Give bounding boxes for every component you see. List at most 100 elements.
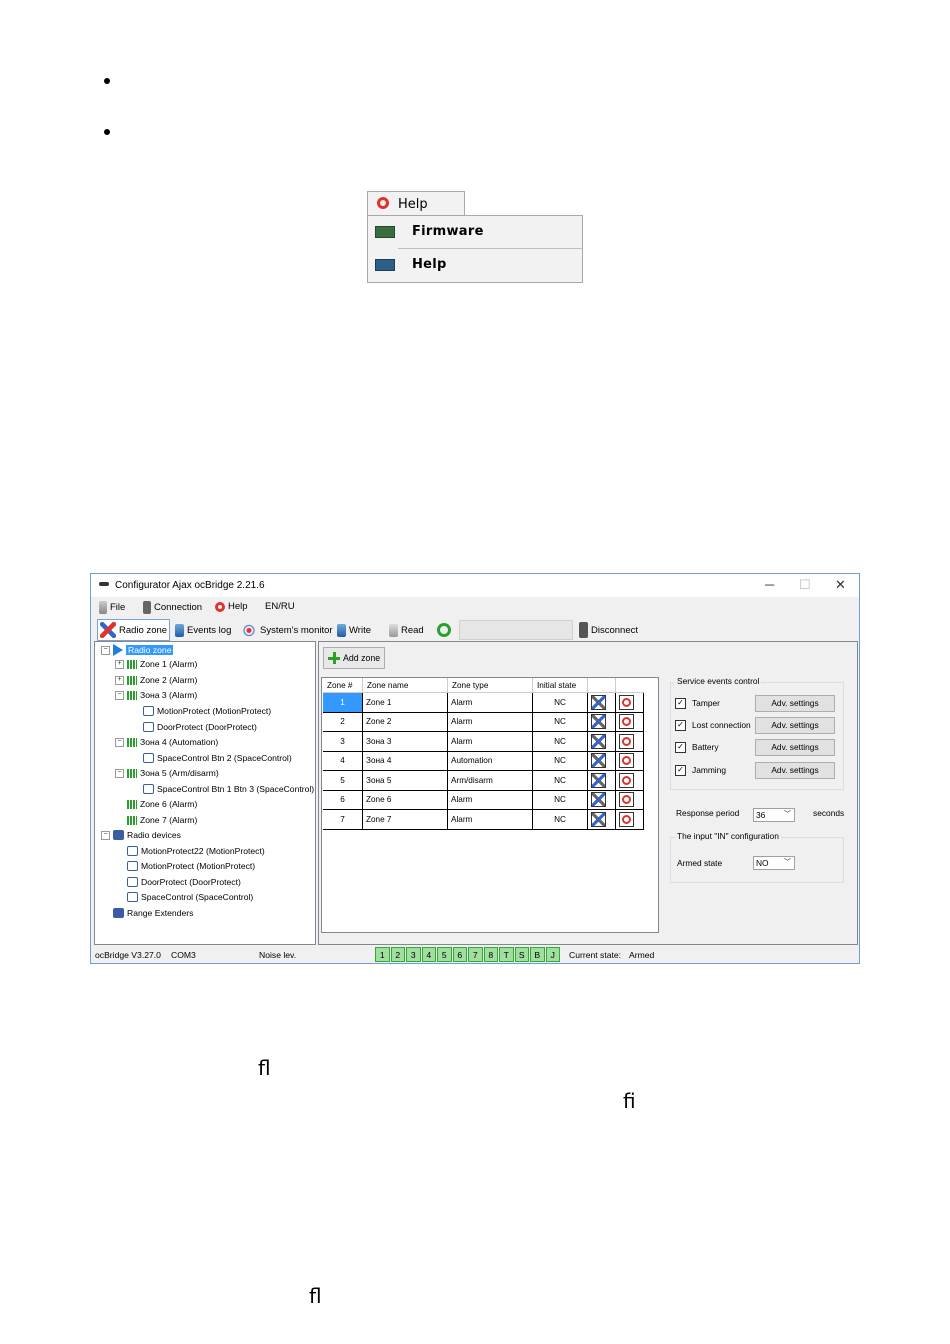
table-cell: NC <box>532 809 588 830</box>
table-cell: 2 <box>323 712 363 732</box>
tree-zone[interactable]: + Zone 1 (Alarm) <box>115 659 197 669</box>
menu-item-help[interactable]: Help <box>368 251 582 279</box>
zone-status-cell: J <box>545 947 560 962</box>
tree-label: DoorProtect (DoorProtect) <box>157 722 257 732</box>
table-row[interactable]: 6 Zone 6 Alarm NC <box>323 790 644 810</box>
title-bar: Configurator Ajax ocBridge 2.21.6 ─ ☐ ✕ <box>91 574 859 597</box>
table-row[interactable]: 1 Zone 1 Alarm NC <box>323 692 644 713</box>
tree-device[interactable]: MotionProtect (MotionProtect) <box>127 861 255 871</box>
disconnect-button[interactable]: Disconnect <box>579 621 638 639</box>
tree-radio-devices[interactable]: − Radio devices <box>101 830 181 840</box>
tree-device[interactable]: DoorProtect (DoorProtect) <box>127 877 241 887</box>
table-row[interactable]: 4 Зона 4 Automation NC <box>323 751 644 771</box>
minimize-button[interactable]: ─ <box>765 577 774 592</box>
tree-device[interactable]: DoorProtect (DoorProtect) <box>143 722 257 732</box>
tree-zone[interactable]: − Зона 5 (Arm/disarm) <box>115 768 219 778</box>
wrench-icon[interactable] <box>591 772 606 788</box>
menu-label: Help <box>228 601 248 612</box>
tree-label: SpaceControl Btn 1 Btn 3 (SpaceControl) <box>157 784 315 794</box>
delete-icon[interactable] <box>619 811 634 827</box>
delete-zone-cell <box>615 731 644 752</box>
delete-zone-cell <box>615 692 644 713</box>
systems-monitor-button[interactable]: System's monitor <box>241 621 333 639</box>
menu-item-firmware[interactable]: Firmware <box>368 218 582 246</box>
checkbox[interactable]: ✓ <box>675 741 686 753</box>
ligature-glyph: ﬂ <box>309 1284 322 1308</box>
wrench-icon[interactable] <box>591 694 606 710</box>
tree-device[interactable]: MotionProtect (MotionProtect) <box>143 706 271 716</box>
delete-icon[interactable] <box>619 753 634 769</box>
column-header[interactable]: Zone name <box>362 678 448 693</box>
events-log-button[interactable]: Events log <box>175 621 231 639</box>
sensor-icon <box>143 706 154 716</box>
help-dropdown: Firmware Help <box>367 215 583 283</box>
file-icon <box>99 601 107 614</box>
menu-help[interactable]: Help <box>215 601 248 612</box>
table-cell: Зона 3 <box>362 731 448 752</box>
tree-zone[interactable]: Zone 7 (Alarm) <box>127 815 197 825</box>
wrench-icon[interactable] <box>591 733 606 749</box>
armed-state-select[interactable]: NO ﹀ <box>753 856 795 870</box>
column-header[interactable]: Zone # <box>323 678 363 693</box>
button-label: Read <box>401 624 424 636</box>
sensor-icon <box>127 846 138 856</box>
delete-icon[interactable] <box>619 733 634 749</box>
wrench-icon[interactable] <box>591 792 606 808</box>
tree-device[interactable]: SpaceControl (SpaceControl) <box>127 892 253 902</box>
wrench-icon[interactable] <box>591 811 606 827</box>
adv-settings-button[interactable]: Adv. settings <box>755 716 835 734</box>
delete-icon[interactable] <box>619 694 634 710</box>
tree-range-extenders[interactable]: Range Extenders <box>113 908 193 918</box>
tree-device[interactable]: SpaceControl Btn 2 (SpaceControl) <box>143 753 292 763</box>
table-row[interactable]: 7 Zone 7 Alarm NC <box>323 809 644 830</box>
button-label: Add zone <box>343 653 381 663</box>
column-header[interactable]: Initial state <box>532 678 588 693</box>
checkbox[interactable]: ✓ <box>675 697 686 709</box>
tree-device[interactable]: SpaceControl Btn 1 Btn 3 (SpaceControl) <box>143 784 314 794</box>
menu-file[interactable]: File <box>99 601 125 614</box>
tree-root-radio-zone[interactable]: − Radio zone <box>101 644 174 656</box>
close-button[interactable]: ✕ <box>835 577 846 593</box>
column-header[interactable]: Zone type <box>447 678 533 693</box>
table-row[interactable]: 2 Zone 2 Alarm NC <box>323 712 644 732</box>
table-cell: 6 <box>323 790 363 810</box>
table-row[interactable]: 3 Зона 3 Alarm NC <box>323 731 644 752</box>
table-row[interactable]: 5 Зона 5 Arm/disarm NC <box>323 770 644 791</box>
table-cell: Зона 5 <box>362 770 448 791</box>
response-period-select[interactable]: 36 ﹀ <box>753 808 795 822</box>
collapse-icon: − <box>115 768 124 778</box>
help-menu-tab[interactable]: Help <box>367 191 465 216</box>
delete-icon[interactable] <box>619 714 634 730</box>
table-cell: Alarm <box>447 692 533 713</box>
radio-zone-button[interactable]: Radio zone <box>97 619 171 641</box>
wrench-icon[interactable] <box>591 714 606 730</box>
add-zone-button[interactable]: Add zone <box>323 647 385 669</box>
checkbox-label: Jamming <box>692 765 726 775</box>
delete-icon[interactable] <box>619 792 634 808</box>
tree-zone[interactable]: + Zone 2 (Alarm) <box>115 675 197 685</box>
maximize-button[interactable]: ☐ <box>799 577 811 593</box>
wrench-icon[interactable] <box>591 753 606 769</box>
checkbox[interactable]: ✓ <box>675 719 686 731</box>
read-button[interactable]: Read <box>389 621 424 639</box>
checkbox[interactable]: ✓ <box>675 764 686 776</box>
table-cell: Zone 1 <box>362 692 448 713</box>
delete-icon[interactable] <box>619 772 634 788</box>
menu-language[interactable]: EN/RU <box>265 601 295 612</box>
tree-label: Зона 5 (Arm/disarm) <box>140 768 219 778</box>
write-button[interactable]: Write <box>337 621 371 639</box>
tree-device[interactable]: MotionProtect22 (MotionProtect) <box>127 846 265 856</box>
zone-status-cell: 8 <box>483 947 498 962</box>
tree-zone[interactable]: Zone 6 (Alarm) <box>127 799 197 809</box>
adv-settings-button[interactable]: Adv. settings <box>755 738 835 756</box>
refresh-button[interactable] <box>437 621 451 639</box>
table-cell: 3 <box>323 731 363 752</box>
adv-settings-button[interactable]: Adv. settings <box>755 694 835 712</box>
delete-zone-cell <box>615 809 644 830</box>
adv-settings-button[interactable]: Adv. settings <box>755 761 835 779</box>
tree-zone[interactable]: − Зона 3 (Alarm) <box>115 690 197 700</box>
edit-zone-cell <box>587 731 616 752</box>
tree-zone[interactable]: − Зона 4 (Automation) <box>115 737 218 747</box>
menu-item-label: Help <box>412 257 447 272</box>
menu-connection[interactable]: Connection <box>143 601 202 614</box>
